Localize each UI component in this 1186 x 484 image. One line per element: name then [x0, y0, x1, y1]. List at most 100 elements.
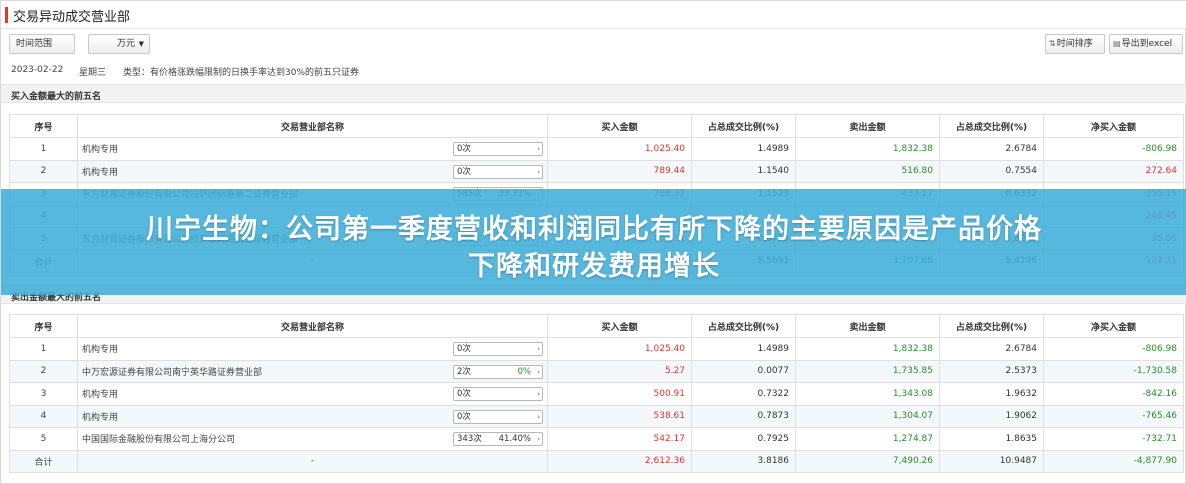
- net-buy-amount: 272.64: [1043, 159, 1184, 183]
- banner-headline-line1: 川宁生物：公司第一季度营收和利润同比有所下降的主要原因是产品价格: [146, 214, 1042, 245]
- table-row[interactable]: 4 机构专用 0次 › 538.61 0.7873 1,304.07 1.9062 -765.4…: [9, 404, 1184, 428]
- column-header[interactable]: 序号: [9, 114, 78, 138]
- column-header[interactable]: 占总成交比例(%): [691, 314, 796, 338]
- row-rank: 2: [9, 159, 78, 183]
- buy-ratio: 0.7322: [691, 382, 796, 406]
- export-excel-label: 导出到excel: [1121, 39, 1173, 49]
- unit-select[interactable]: 万元 ▼: [88, 34, 150, 54]
- sell-amount: 1,832.38: [795, 137, 940, 161]
- branch-name: 机构专用: [82, 412, 119, 423]
- column-header[interactable]: 净买入金额: [1043, 114, 1184, 138]
- table-row[interactable]: 1 机构专用 0次 › 1,025.40 1.4989 1,832.38 2.6784 -806…: [9, 337, 1184, 361]
- net-buy-amount: -842.16: [1043, 382, 1184, 406]
- column-header[interactable]: 交易营业部名称: [77, 114, 548, 138]
- column-header[interactable]: 序号: [9, 314, 78, 338]
- table-row[interactable]: 2 中万宏源证券有限公司南宁英华路证券营业部 2次 0% › 5.27 0.0077 1,73…: [9, 359, 1184, 383]
- branch-count-dropdown[interactable]: 0次 ›: [453, 164, 543, 179]
- branch-count-dropdown[interactable]: 343次 41.40% ›: [453, 432, 543, 446]
- buy-amount: 1,025.40: [547, 337, 692, 361]
- branch-name-cell: 中万宏源证券有限公司南宁英华路证券营业部 2次 0% ›: [77, 359, 548, 383]
- sell-ratio: 2.6784: [939, 337, 1044, 361]
- sell-amount: 1,832.38: [795, 337, 940, 361]
- branch-name: 机构专用: [82, 345, 119, 356]
- branch-name-cell: 机构专用 0次 ›: [77, 137, 548, 161]
- buy-amount: 500.91: [547, 382, 692, 406]
- table-row[interactable]: 2 机构专用 0次 › 789.44 1.1540 516.80 0.7554 272.64: [9, 159, 1184, 183]
- branch-count: 0次: [457, 166, 471, 177]
- sell-amount: 1,274.87: [795, 427, 940, 451]
- branch-name: 机构专用: [82, 390, 119, 401]
- row-rank: 1: [9, 337, 78, 361]
- branch-count: 0次: [457, 344, 471, 354]
- branch-name-cell: 中国国际金融股份有限公司上海分公司 343次 41.40% ›: [77, 427, 548, 451]
- chevron-right-icon: ›: [537, 367, 540, 376]
- sell-ratio: 2.5373: [939, 359, 1044, 383]
- net-buy-amount: -732.71: [1043, 427, 1184, 451]
- buy-ratio: 1.1540: [691, 159, 796, 183]
- branch-count-dropdown[interactable]: 2次 0% ›: [453, 364, 543, 379]
- branch-count-dropdown[interactable]: 0次 ›: [453, 342, 543, 356]
- title-bar: 交易异动成交营业部: [1, 1, 1186, 29]
- buy-ratio: 1.4989: [691, 137, 796, 161]
- banner-headline-line2: 下降和研发费用增长: [468, 251, 720, 282]
- net-buy-amount: -806.98: [1043, 337, 1184, 361]
- total-net-buy: -4,877.90: [1043, 449, 1184, 473]
- total-row: 合计 -2,612.36 3.8186 7,490.26 10.9487 -4,877.9…: [9, 449, 1184, 473]
- branch-name-cell: 机构专用 0次 ›: [77, 404, 548, 428]
- branch-name: 中国国际金融股份有限公司上海分公司: [82, 435, 236, 446]
- total-name-dash: -: [77, 449, 548, 473]
- export-icon: ▤: [1113, 39, 1121, 48]
- column-header[interactable]: 卖出金额: [795, 314, 940, 338]
- row-rank: 1: [9, 137, 78, 161]
- buy-table-header: 序号 交易营业部名称 买入金额 占总成交比例(%) 卖出金额 占总成交比例(%) 净买入金额: [9, 114, 1184, 138]
- chevron-right-icon: ›: [537, 390, 540, 398]
- branch-win-rate: 41.40%: [498, 434, 531, 444]
- table-row[interactable]: 5 中国国际金融股份有限公司上海分公司 343次 41.40% › 542.17 0.792…: [9, 427, 1184, 451]
- sell-ratio: 1.9062: [939, 404, 1044, 428]
- sell-table-header: 序号 交易营业部名称 买入金额 占总成交比例(%) 卖出金额 占总成交比例(%) 净买入金额: [9, 314, 1184, 338]
- sell-amount: 1,735.85: [795, 359, 940, 383]
- total-sell-ratio: 10.9487: [939, 449, 1044, 473]
- sell-table: 序号 交易营业部名称 买入金额 占总成交比例(%) 卖出金额 占总成交比例(%) 净买入金额…: [9, 314, 1184, 473]
- column-header[interactable]: 占总成交比例(%): [691, 114, 796, 138]
- news-banner: 川宁生物：公司第一季度营收和利润同比有所下降的主要原因是产品价格 下降和研发费用…: [1, 189, 1186, 295]
- row-rank: 3: [9, 382, 78, 406]
- column-header[interactable]: 买入金额: [547, 114, 692, 138]
- column-header[interactable]: 占总成交比例(%): [939, 114, 1044, 138]
- total-sell-amount: 7,490.26: [795, 449, 940, 473]
- trade-date: 2023-02-22: [11, 65, 64, 75]
- row-rank: 5: [9, 427, 78, 451]
- buy-section-header: 买入金额最大的前五名: [1, 84, 1186, 103]
- buy-section-title: 买入金额最大的前五名: [11, 92, 102, 102]
- column-header[interactable]: 净买入金额: [1043, 314, 1184, 338]
- total-label: 合计: [9, 449, 78, 473]
- column-header[interactable]: 交易营业部名称: [77, 314, 548, 338]
- table-row[interactable]: 1 机构专用 0次 › 1,025.40 1.4989 1,832.38 2.6784 -806…: [9, 137, 1184, 161]
- branch-count-dropdown[interactable]: 0次 ›: [453, 409, 543, 424]
- branch-count-dropdown[interactable]: 0次 ›: [453, 142, 543, 156]
- buy-amount: 542.17: [547, 427, 692, 451]
- buy-ratio: 0.7925: [691, 427, 796, 451]
- chevron-down-icon: ▼: [138, 40, 144, 48]
- branch-name-cell: 机构专用 0次 ›: [77, 337, 548, 361]
- column-header[interactable]: 买入金额: [547, 314, 692, 338]
- window-frame: 交易异动成交营业部 时间范围 万元 ▼ ⇅时间排序 ▤导出到excel 2023…: [0, 0, 1186, 484]
- total-buy-ratio: 3.8186: [691, 449, 796, 473]
- branch-name: 中万宏源证券有限公司南宁英华路证券营业部: [82, 367, 263, 378]
- chevron-right-icon: ›: [537, 345, 540, 353]
- title-accent-bar: [5, 7, 8, 23]
- sort-icon: ⇅: [1049, 39, 1056, 48]
- table-row[interactable]: 3 机构专用 0次 › 500.91 0.7322 1,343.08 1.9632 -842.1…: [9, 382, 1184, 406]
- net-buy-amount: -765.46: [1043, 404, 1184, 428]
- time-sort-button[interactable]: ⇅时间排序: [1045, 34, 1105, 54]
- time-range-button[interactable]: 时间范围: [9, 34, 75, 54]
- net-buy-amount: -1,730.58: [1043, 359, 1184, 383]
- buy-amount: 538.61: [547, 404, 692, 428]
- branch-name: 机构专用: [82, 145, 119, 156]
- branch-count-dropdown[interactable]: 0次 ›: [453, 387, 543, 401]
- column-header[interactable]: 卖出金额: [795, 114, 940, 138]
- column-header[interactable]: 占总成交比例(%): [939, 314, 1044, 338]
- export-excel-button[interactable]: ▤导出到excel: [1109, 34, 1183, 54]
- branch-count: 0次: [457, 411, 471, 422]
- branch-count: 0次: [457, 144, 471, 154]
